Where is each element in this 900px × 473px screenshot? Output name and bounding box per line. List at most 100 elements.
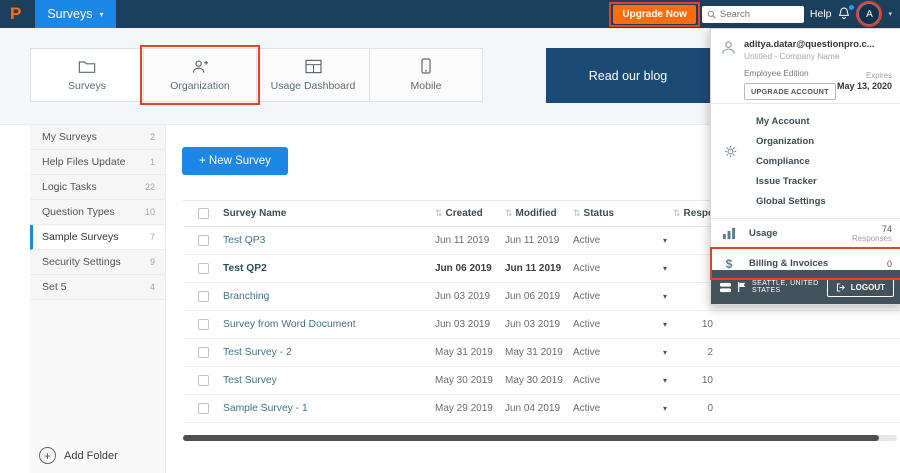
status-caret-icon[interactable]: ▾ (663, 376, 667, 385)
avatar[interactable]: A (858, 3, 881, 25)
surveys-nav-button[interactable]: Surveys ▾ (35, 0, 116, 28)
status-caret-icon[interactable]: ▾ (663, 264, 667, 273)
account-menu-list: My Account Organization Compliance Issue… (711, 104, 900, 219)
tab-label: Mobile (410, 80, 442, 92)
folder-count-badge: 10 (144, 207, 155, 217)
sidebar-folder-item[interactable]: My Surveys 2 (30, 125, 165, 150)
user-icon (721, 40, 736, 94)
blog-banner[interactable]: Read our blog (546, 48, 710, 103)
table-row[interactable]: Test Survey May 30 2019 May 30 2019 Acti… (183, 367, 900, 395)
surveys-nav-label: Surveys (47, 7, 93, 21)
row-checkbox[interactable] (197, 403, 209, 414)
survey-name-link[interactable]: Sample Survey - 1 (223, 403, 308, 414)
search-box[interactable] (701, 5, 804, 23)
folder-count-badge: 9 (149, 257, 155, 267)
column-header-responses[interactable]: ⇅Responses (673, 208, 737, 219)
status-caret-icon[interactable]: ▾ (663, 404, 667, 413)
table-row[interactable]: Test Survey - 2 May 31 2019 May 31 2019 … (183, 339, 900, 367)
search-input[interactable] (719, 8, 799, 20)
modified-date: Jun 11 2019 (505, 235, 560, 246)
status-caret-icon[interactable]: ▾ (663, 236, 667, 245)
account-menu-item[interactable]: My Account (711, 111, 900, 131)
survey-name-link[interactable]: Test QP3 (223, 235, 265, 246)
logout-button[interactable]: LOGOUT (826, 277, 894, 297)
sidebar-folder-item[interactable]: Help Files Update 1 (30, 150, 165, 175)
row-checkbox[interactable] (197, 375, 209, 386)
tab-surveys[interactable]: Surveys (30, 48, 144, 102)
responses-count: 10 (701, 319, 713, 330)
new-survey-button[interactable]: + New Survey (182, 147, 288, 175)
upgrade-account-button[interactable]: UPGRADE ACCOUNT (744, 83, 836, 100)
help-link[interactable]: Help (810, 8, 832, 20)
column-header-modified[interactable]: ⇅ Modified (505, 208, 573, 219)
account-menu-item[interactable]: Global Settings (711, 191, 900, 211)
folder-label: Sample Surveys (42, 231, 119, 243)
status-caret-icon[interactable]: ▾ (663, 292, 667, 301)
upgrade-now-button[interactable]: Upgrade Now (613, 4, 696, 24)
usage-row[interactable]: Usage 74 Responses (711, 219, 900, 249)
status-caret-icon[interactable]: ▾ (663, 348, 667, 357)
sidebar-folder-item[interactable]: Security Settings 9 (30, 250, 165, 275)
usage-label[interactable]: Usage (749, 228, 852, 239)
survey-name-link[interactable]: Test Survey (223, 375, 277, 386)
status-text: Active (573, 347, 601, 358)
notification-badge (848, 4, 856, 11)
status-text: Active (573, 403, 601, 414)
column-header-status[interactable]: ⇅ Status (573, 208, 673, 219)
sort-icon: ⇅ (673, 208, 681, 218)
dollar-icon: $ (725, 256, 733, 271)
sidebar-folder-item[interactable]: Sample Surveys 7 (30, 225, 165, 250)
scrollbar-thumb[interactable] (183, 435, 880, 441)
billing-label[interactable]: Billing & Invoices (749, 258, 887, 269)
logout-icon (836, 282, 846, 292)
add-folder-button[interactable]: + Add Folder (39, 447, 118, 464)
account-menu-item[interactable]: Compliance (711, 151, 900, 171)
modified-date: Jun 06 2019 (505, 291, 561, 302)
folder-list: My Surveys 2 Help Files Update 1 Logic T… (30, 125, 165, 300)
annotation-organization-tab (140, 45, 260, 105)
column-header-created[interactable]: ⇅ Created (435, 208, 505, 219)
status-text: Active (573, 235, 601, 246)
row-checkbox[interactable] (197, 235, 209, 246)
column-header-survey-name[interactable]: Survey Name (223, 208, 435, 219)
account-email: aditya.datar@questionpro.c... (744, 39, 875, 49)
table-scrollbar[interactable] (183, 435, 897, 441)
tab-usage-dashboard[interactable]: Usage Dashboard (256, 48, 370, 102)
usage-unit: Responses (851, 234, 892, 243)
select-all-checkbox[interactable] (197, 208, 209, 219)
folder-count-badge: 22 (144, 182, 155, 192)
billing-value: 0 (886, 258, 892, 269)
tab-organization[interactable]: Organization (140, 45, 260, 105)
sidebar-folder-item[interactable]: Set 5 4 (30, 275, 165, 300)
status-caret-icon[interactable]: ▾ (663, 320, 667, 329)
dashboard-icon (304, 59, 322, 74)
survey-name-link[interactable]: Branching (223, 291, 269, 302)
table-row[interactable]: Survey from Word Document Jun 03 2019 Ju… (183, 311, 900, 339)
folder-label: Question Types (42, 206, 115, 218)
modified-date: Jun 03 2019 (505, 319, 561, 330)
survey-name-link[interactable]: Test QP2 (223, 263, 267, 274)
avatar-caret-icon[interactable]: ▾ (888, 10, 892, 18)
sidebar-folder-item[interactable]: Logic Tasks 22 (30, 175, 165, 200)
server-stack-icon (719, 282, 732, 293)
survey-name-link[interactable]: Test Survey - 2 (223, 347, 292, 358)
account-menu-item[interactable]: Organization (711, 131, 900, 151)
row-checkbox[interactable] (197, 347, 209, 358)
caret-down-icon: ▾ (99, 9, 104, 19)
survey-name-link[interactable]: Survey from Word Document (223, 319, 356, 330)
row-checkbox[interactable] (197, 319, 209, 330)
table-row[interactable]: Sample Survey - 1 May 29 2019 Jun 04 201… (183, 395, 900, 423)
account-menu-item[interactable]: Issue Tracker (711, 171, 900, 191)
folder-label: My Surveys (42, 131, 97, 143)
row-checkbox[interactable] (197, 291, 209, 302)
sidebar-folder-item[interactable]: Question Types 10 (30, 200, 165, 225)
tab-mobile[interactable]: Mobile (369, 48, 483, 102)
bell-icon[interactable] (837, 4, 856, 22)
account-user-section: aditya.datar@questionpro.c... Untitled -… (711, 29, 900, 104)
modified-date: Jun 04 2019 (505, 403, 561, 414)
row-checkbox[interactable] (197, 263, 209, 274)
folder-label: Help Files Update (42, 156, 126, 168)
folder-count-badge: 2 (149, 132, 155, 142)
flag-icon (737, 281, 747, 293)
bar-chart-icon (721, 227, 737, 240)
